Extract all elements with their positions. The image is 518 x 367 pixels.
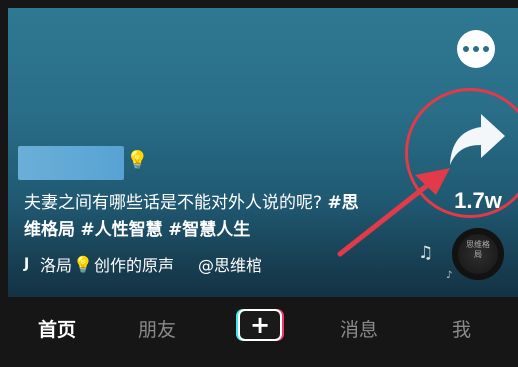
sound-title-part2: 创作的原声 xyxy=(93,256,174,275)
hashtag-link[interactable]: #思 xyxy=(327,193,358,213)
comment-icon-dot xyxy=(473,46,479,52)
sound-title-part1: 洛局 xyxy=(40,256,73,275)
hashtag-link[interactable]: #人性智慧 xyxy=(80,220,162,240)
comment-button[interactable] xyxy=(457,30,495,68)
comment-icon-dot xyxy=(483,46,489,52)
caption-line-2: 维格局 #人性智慧 #智慧人生 xyxy=(24,217,394,244)
music-note-small-icon: ♪ xyxy=(446,270,453,281)
sound-author: @思维棺 xyxy=(197,256,262,275)
hashtag-link[interactable]: 维格局 xyxy=(24,220,75,240)
comment-icon xyxy=(463,46,469,52)
music-note-icon: ♫ xyxy=(418,243,434,263)
tab-home[interactable]: 首页 xyxy=(38,315,76,342)
music-disc[interactable]: 思维格局 xyxy=(452,228,504,280)
lightbulb-icon: 💡 xyxy=(126,150,149,171)
bottom-nav: 首页 朋友 + 消息 我 xyxy=(0,297,518,367)
tab-me[interactable]: 我 xyxy=(452,315,471,342)
disc-label: 思维格局 xyxy=(466,240,490,259)
tab-messages[interactable]: 消息 xyxy=(340,315,378,342)
video-caption: 夫妻之间有哪些话是不能对外人说的呢? #思 维格局 #人性智慧 #智慧人生 xyxy=(24,190,394,244)
tiktok-logo-icon: J xyxy=(24,256,30,272)
create-button[interactable]: + xyxy=(236,309,284,341)
lightbulb-icon: 💡 xyxy=(73,254,93,274)
author-name-redacted[interactable] xyxy=(18,146,124,180)
plus-icon: + xyxy=(238,309,282,341)
tab-friends[interactable]: 朋友 xyxy=(138,315,176,342)
caption-text: 夫妻之间有哪些话是不能对外人说的呢? xyxy=(24,193,323,213)
hashtag-link[interactable]: #智慧人生 xyxy=(168,220,250,240)
caption-line-1: 夫妻之间有哪些话是不能对外人说的呢? #思 xyxy=(24,190,394,217)
sound-info[interactable]: J 洛局 💡 创作的原声 @思维棺 xyxy=(24,252,262,276)
app-screen: 1.7w ♫ ♪ 思维格局 💡 夫妻之间有哪些话是不能对外人说的呢? #思 维格… xyxy=(0,0,518,367)
